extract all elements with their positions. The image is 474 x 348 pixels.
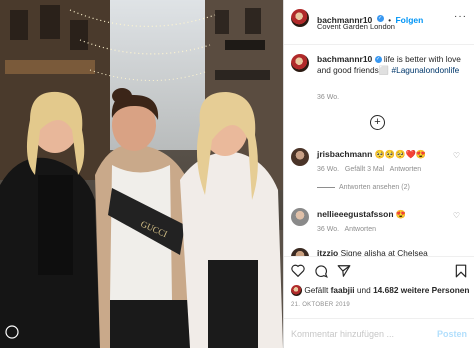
reply-button[interactable]: Antworten xyxy=(345,226,377,233)
likes-and: und xyxy=(356,285,371,295)
photo-scene: GUCCI xyxy=(0,0,283,348)
more-options-icon[interactable]: ··· xyxy=(454,11,467,22)
post-location[interactable]: Covent Garden London xyxy=(317,22,395,31)
plus-circle-icon[interactable]: + xyxy=(370,115,385,130)
comment-avatar[interactable] xyxy=(291,248,309,256)
likes-prefix: Gefällt xyxy=(304,285,329,295)
follow-button[interactable]: Folgen xyxy=(395,15,423,25)
post-header: bachmannr10 ✓ • Folgen Covent Garden Lon… xyxy=(284,0,474,45)
reply-button[interactable]: Antworten xyxy=(390,166,422,173)
post-photo[interactable]: GUCCI xyxy=(0,0,283,348)
caption-time: 36 Wo. xyxy=(317,94,340,101)
comment-input[interactable]: Kommentar hinzufügen ... xyxy=(291,329,394,339)
comment-avatar[interactable] xyxy=(291,208,309,226)
comment-box: Kommentar hinzufügen ... Posten xyxy=(284,318,474,348)
comment-icon[interactable] xyxy=(314,264,328,283)
comment-time: 36 Wo. xyxy=(317,166,340,173)
comment-likes[interactable]: Gefällt 3 Mal xyxy=(345,166,384,173)
comment-text: Signe alisha at Chelsea xyxy=(340,248,428,256)
verified-badge-icon: ✓ xyxy=(374,56,382,64)
comment-username[interactable]: nellieeegustafsson xyxy=(317,209,394,219)
comment-item: jrisbachmann 🥺🥺🥺❤️😍 xyxy=(317,149,426,160)
liker-username[interactable]: faabjii xyxy=(331,285,355,295)
likes-summary: Gefällt faabjii und 14.682 weitere Perso… xyxy=(291,285,469,297)
comment-avatar[interactable] xyxy=(291,148,309,166)
comment-username[interactable]: jrisbachmann xyxy=(317,149,372,159)
divider xyxy=(284,256,474,257)
post-date: 21. OKTOBER 2019 xyxy=(291,302,351,308)
comment-like-icon[interactable]: ♡ xyxy=(453,211,460,220)
view-replies-button[interactable]: Antworten ansehen (2) xyxy=(317,184,410,191)
comment-text: 😍 xyxy=(395,209,407,219)
caption-avatar[interactable] xyxy=(291,54,309,72)
post-side-panel: bachmannr10 ✓ • Folgen Covent Garden Lon… xyxy=(283,0,474,348)
caption-username[interactable]: bachmannr10 xyxy=(317,54,372,64)
comment-meta: 36 Wo. Gefällt 3 Mal Antworten xyxy=(317,166,421,173)
likes-count[interactable]: 14.682 weitere Personen xyxy=(373,285,469,295)
comment-like-icon[interactable]: ♡ xyxy=(453,151,460,160)
post-comment-button[interactable]: Posten xyxy=(437,329,467,339)
caption-hashtag[interactable]: #Lagunalondonlife xyxy=(391,65,459,75)
view-replies-label: Antworten ansehen (2) xyxy=(339,184,410,191)
comment-item-clipped: itzzio Signe alisha at Chelsea xyxy=(284,244,474,256)
comment-meta: 36 Wo. Antworten xyxy=(317,226,376,233)
send-icon[interactable] xyxy=(337,264,351,283)
comment-item: nellieeegustafsson 😍 xyxy=(317,209,406,220)
comment-time: 36 Wo. xyxy=(317,226,340,233)
bookmark-icon[interactable] xyxy=(455,264,467,283)
comment-text: 🥺🥺🥺❤️😍 xyxy=(374,149,427,159)
comment-username[interactable]: itzzio xyxy=(317,248,338,256)
post-caption: bachmannr10 ✓ life is better with love a… xyxy=(317,54,469,76)
heart-icon[interactable] xyxy=(291,264,305,282)
author-avatar[interactable] xyxy=(291,9,309,27)
liker-avatar[interactable] xyxy=(291,285,302,297)
